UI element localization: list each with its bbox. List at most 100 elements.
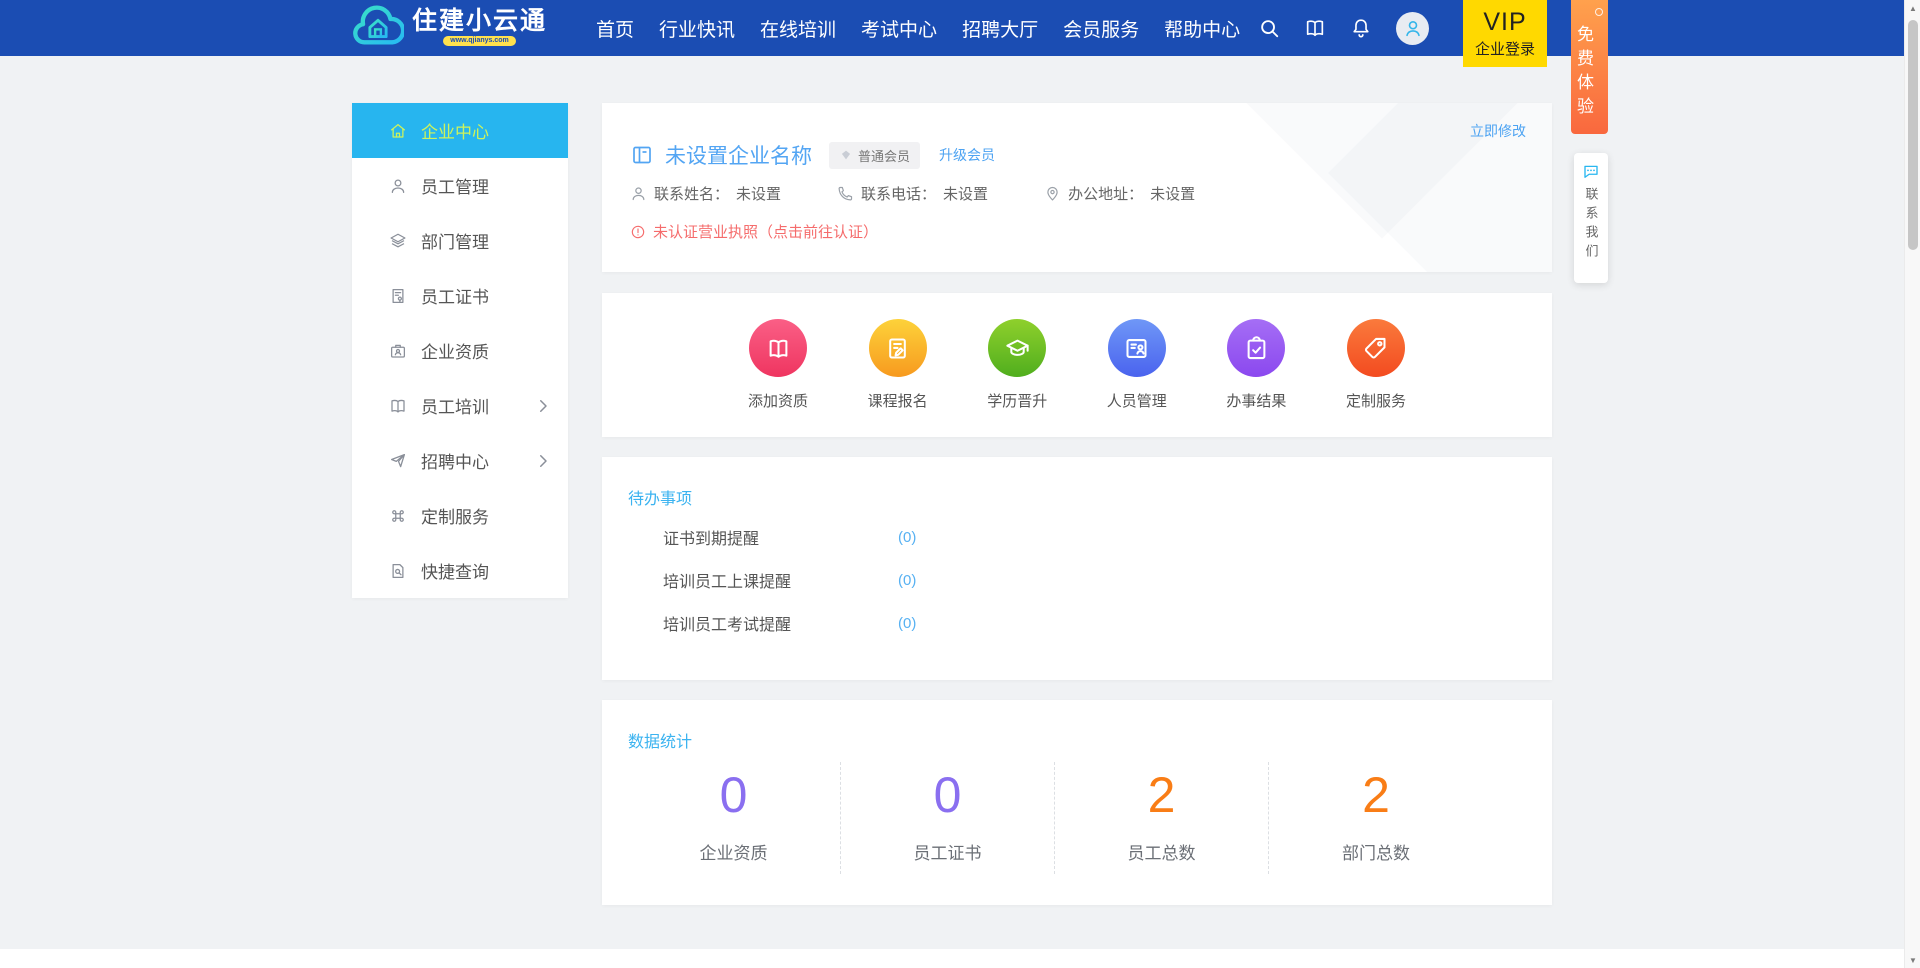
quick-action-add-qualification[interactable]: 添加资质 — [748, 319, 808, 411]
command-icon — [389, 507, 407, 525]
scrollbar-thumb[interactable] — [1908, 20, 1918, 250]
stat-label: 部门总数 — [1269, 839, 1483, 864]
sidebar-item-label: 企业资质 — [421, 338, 489, 363]
vip-login-button[interactable]: VIP 企业登录 — [1463, 0, 1547, 67]
contact-us-label: 联系我们 — [1582, 187, 1601, 263]
scrollbar-down-arrow[interactable]: ▼ — [1905, 952, 1920, 968]
scrollbar-up-arrow[interactable]: ▲ — [1905, 0, 1920, 16]
quick-action-service-results[interactable]: 办事结果 — [1226, 319, 1286, 411]
todo-count[interactable]: (0) — [898, 572, 916, 589]
todo-count[interactable]: (0) — [898, 615, 916, 632]
layers-icon — [389, 232, 407, 250]
contact-name-field: 联系姓名： 未设置 — [630, 183, 781, 204]
search-icon[interactable] — [1258, 17, 1280, 39]
action-label: 人员管理 — [1107, 390, 1167, 411]
bell-icon[interactable] — [1350, 17, 1372, 39]
avatar-person-icon — [1402, 17, 1424, 39]
quick-action-custom-service[interactable]: 定制服务 — [1346, 319, 1406, 411]
id-card-icon — [1123, 335, 1150, 362]
paper-plane-icon — [389, 452, 407, 470]
todo-item-training-exam-reminder[interactable]: 培训员工考试提醒 (0) — [663, 611, 1523, 635]
todo-label: 培训员工上课提醒 — [663, 568, 898, 592]
sidebar-item-employee-management[interactable]: 员工管理 — [352, 158, 568, 213]
field-value: 未设置 — [736, 183, 781, 204]
stat-label: 员工总数 — [1055, 839, 1268, 864]
quick-action-degree-promotion[interactable]: 学历晋升 — [987, 319, 1047, 411]
brand-text: 住建小云通 www.qjianys.com — [412, 8, 547, 47]
sidebar-item-label: 部门管理 — [421, 228, 489, 253]
nav-item-training[interactable]: 在线培训 — [760, 15, 836, 42]
upgrade-member-link[interactable]: 升级会员 — [939, 145, 995, 165]
book-open-icon — [389, 397, 407, 415]
action-label: 添加资质 — [748, 390, 808, 411]
diamond-icon — [839, 148, 853, 162]
todo-item-training-class-reminder[interactable]: 培训员工上课提醒 (0) — [663, 568, 1523, 592]
nav-icon-group — [1258, 0, 1429, 56]
action-label: 学历晋升 — [987, 390, 1047, 411]
book-icon[interactable] — [1304, 17, 1326, 39]
chat-icon — [1582, 163, 1600, 181]
nav-item-jobs[interactable]: 招聘大厅 — [962, 15, 1038, 42]
license-warning[interactable]: 未认证营业执照（点击前往认证） — [630, 221, 878, 242]
nav-item-help[interactable]: 帮助中心 — [1164, 15, 1240, 42]
scrollbar[interactable]: ▲ ▼ — [1904, 0, 1920, 968]
sidebar-item-label: 员工管理 — [421, 173, 489, 198]
member-badge-label: 普通会员 — [858, 146, 910, 165]
tag-icon — [1362, 335, 1389, 362]
user-icon — [389, 177, 407, 195]
action-label: 课程报名 — [868, 390, 928, 411]
sidebar-item-enterprise-qualifications[interactable]: 企业资质 — [352, 323, 568, 378]
vip-label: VIP — [1483, 8, 1526, 37]
sidebar-menu: 企业中心 员工管理 部门管理 员工证书 企业资质 — [352, 103, 568, 598]
sidebar-item-label: 企业中心 — [421, 118, 489, 143]
stats-title: 数据统计 — [628, 728, 692, 752]
quick-action-course-signup[interactable]: 课程报名 — [868, 319, 928, 411]
action-label: 定制服务 — [1346, 390, 1406, 411]
brand-url-badge: www.qjianys.com — [443, 36, 515, 46]
todo-count[interactable]: (0) — [898, 529, 916, 546]
edit-now-link[interactable]: 立即修改 — [1470, 121, 1526, 141]
briefcase-badge-icon — [389, 342, 407, 360]
user-avatar[interactable] — [1396, 12, 1429, 45]
sidebar-item-department-management[interactable]: 部门管理 — [352, 213, 568, 268]
main-nav: 首页 行业快讯 在线培训 考试中心 招聘大厅 会员服务 帮助中心 — [596, 0, 1240, 56]
action-label: 办事结果 — [1226, 390, 1286, 411]
phone-icon — [837, 185, 854, 202]
sidebar-item-recruitment-center[interactable]: 招聘中心 — [352, 433, 568, 488]
field-value: 未设置 — [1150, 183, 1195, 204]
sidebar-item-employee-certificates[interactable]: 员工证书 — [352, 268, 568, 323]
sidebar-item-quick-search[interactable]: 快捷查询 — [352, 543, 568, 598]
quick-action-personnel-management[interactable]: 人员管理 — [1107, 319, 1167, 411]
action-circle — [1347, 319, 1405, 377]
contact-us-tab[interactable]: 联系我们 — [1574, 153, 1608, 283]
person-icon — [630, 185, 647, 202]
chevron-right-icon — [534, 452, 552, 470]
company-contact-row: 联系姓名： 未设置 联系电话： 未设置 办公地址： 未设置 — [630, 183, 1195, 204]
nav-item-news[interactable]: 行业快讯 — [659, 15, 735, 42]
certificate-icon — [389, 287, 407, 305]
action-circle — [749, 319, 807, 377]
sidebar-item-label: 员工证书 — [421, 283, 489, 308]
contact-phone-field: 联系电话： 未设置 — [837, 183, 988, 204]
sidebar-item-label: 员工培训 — [421, 393, 489, 418]
action-circle — [1227, 319, 1285, 377]
company-info-card: 立即修改 未设置企业名称 普通会员 升级会员 联系姓名： 未设置 — [602, 103, 1552, 272]
stat-total-employees: 2 员工总数 — [1055, 762, 1269, 874]
brand-logo[interactable]: 住建小云通 www.qjianys.com — [352, 5, 547, 49]
nav-item-exam[interactable]: 考试中心 — [861, 15, 937, 42]
todo-item-certificate-expiry[interactable]: 证书到期提醒 (0) — [663, 525, 1523, 549]
nav-item-home[interactable]: 首页 — [596, 15, 634, 42]
sidebar-item-custom-services[interactable]: 定制服务 — [352, 488, 568, 543]
sidebar-item-employee-training[interactable]: 员工培训 — [352, 378, 568, 433]
sidebar-item-label: 快捷查询 — [421, 558, 489, 583]
todo-label: 证书到期提醒 — [663, 525, 898, 549]
company-name: 未设置企业名称 — [665, 140, 812, 170]
member-badge: 普通会员 — [829, 142, 920, 169]
action-circle — [988, 319, 1046, 377]
company-icon — [630, 143, 654, 167]
free-trial-tab[interactable]: 免费体验 — [1571, 0, 1608, 134]
nav-item-member[interactable]: 会员服务 — [1063, 15, 1139, 42]
warning-text: 未认证营业执照（点击前往认证） — [653, 221, 878, 242]
sidebar-item-enterprise-center[interactable]: 企业中心 — [352, 103, 568, 158]
stat-total-departments: 2 部门总数 — [1269, 762, 1483, 874]
